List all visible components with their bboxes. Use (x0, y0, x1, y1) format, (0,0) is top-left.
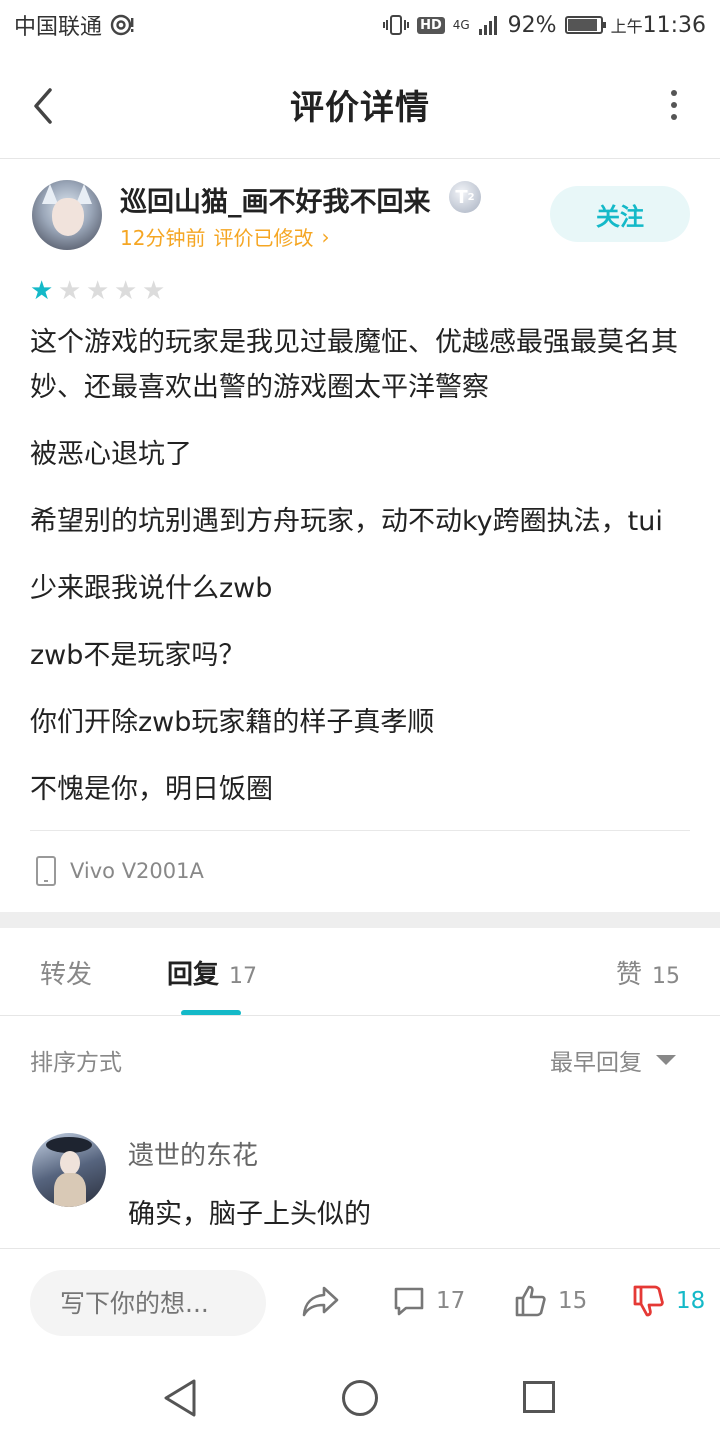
device-info: Vivo V2001A (36, 856, 204, 886)
like-count: 15 (652, 964, 680, 989)
page-title: 评价详情 (290, 87, 430, 128)
hotspot-icon (110, 14, 134, 36)
tab-forward[interactable]: 转发 (40, 954, 92, 991)
star-empty-icon: ★ (114, 276, 138, 306)
comment-icon (394, 1287, 424, 1316)
hd-badge: HD (417, 16, 445, 34)
tab-like[interactable]: 赞 15 (616, 954, 680, 991)
device-name: Vivo V2001A (70, 859, 204, 883)
review-paragraph: 不愧是你，明日饭圈 (30, 774, 273, 805)
tab-bar: 转发 回复 17 赞 15 (0, 928, 720, 1016)
phone-icon (36, 856, 56, 886)
reply-avatar[interactable] (32, 1133, 106, 1207)
sort-dropdown[interactable]: 最早回复 (550, 1043, 676, 1077)
comment-count: 17 (436, 1288, 466, 1314)
review-paragraph: 你们开除zwb玩家籍的样子真孝顺 (30, 707, 435, 738)
follow-button[interactable]: 关注 (550, 186, 690, 242)
clock: 上午11:36 (610, 12, 706, 38)
battery-percent: 92% (507, 12, 557, 38)
header-divider (0, 158, 720, 159)
review-paragraph: 这个游戏的玩家是我见过最魔怔、优越感最强最莫名其妙、还最喜欢出警的游戏圈太平洋警… (30, 327, 678, 403)
thumbs-down-icon (633, 1285, 664, 1317)
nav-recents-icon[interactable] (523, 1381, 555, 1413)
reply-count: 17 (229, 964, 258, 989)
nav-back-icon[interactable] (162, 1378, 198, 1418)
rating-stars: ★ ★ ★ ★ ★ (30, 276, 166, 306)
carrier-label: 中国联通 (14, 15, 103, 40)
sort-label: 排序方式 (30, 1050, 122, 1076)
share-button[interactable] (302, 1284, 340, 1318)
edited-label[interactable]: 评价已修改 (213, 222, 313, 251)
thumbs-up-icon (515, 1285, 546, 1317)
author-avatar[interactable] (32, 180, 102, 250)
content-divider (30, 830, 690, 831)
review-content: 这个游戏的玩家是我见过最魔怔、优越感最强最莫名其妙、还最喜欢出警的游戏圈太平洋警… (30, 320, 690, 834)
system-nav-bar (0, 1356, 720, 1440)
network-type: 4G (452, 18, 470, 32)
chevron-right-icon: › (321, 224, 330, 249)
star-empty-icon: ★ (58, 276, 82, 306)
star-filled-icon: ★ (30, 276, 54, 306)
dislike-button[interactable]: 18 (632, 1284, 705, 1318)
like-button[interactable]: 15 (514, 1284, 587, 1318)
nav-home-icon[interactable] (342, 1380, 378, 1416)
share-icon (302, 1286, 339, 1317)
tab-reply[interactable]: 回复 17 (167, 954, 257, 991)
back-chevron-icon[interactable] (28, 86, 58, 126)
review-paragraph: 被恶心退坑了 (30, 439, 192, 470)
sort-selected: 最早回复 (550, 1050, 642, 1076)
caret-down-icon (656, 1055, 676, 1065)
reply-username[interactable]: 遗世的东花 (128, 1135, 258, 1172)
dislike-count: 18 (676, 1288, 706, 1314)
bottom-bar-divider (0, 1248, 720, 1249)
status-bar: 中国联通 HD 4G 92% 上午11:36 (0, 0, 720, 50)
more-options-icon[interactable] (668, 90, 680, 120)
comment-button[interactable]: 17 (392, 1284, 465, 1318)
section-separator (0, 912, 720, 928)
star-empty-icon: ★ (142, 276, 166, 306)
review-meta[interactable]: 12分钟前 评价已修改 › (120, 222, 329, 251)
signal-icon (478, 16, 497, 35)
like-count: 15 (558, 1288, 588, 1314)
vibrate-icon (383, 15, 410, 35)
star-empty-icon: ★ (86, 276, 110, 306)
review-paragraph: zwb不是玩家吗？ (30, 640, 246, 671)
app-header: 评价详情 (0, 50, 720, 158)
reply-text: 确实，脑子上头似的 (128, 1199, 371, 1230)
review-paragraph: 希望别的坑别遇到方舟玩家，动不动ky跨圈执法，tui (30, 506, 663, 537)
battery-icon (564, 16, 606, 34)
review-paragraph: 少来跟我说什么zwb (30, 573, 273, 604)
comment-input[interactable] (30, 1270, 266, 1336)
tabs-divider (0, 1015, 720, 1016)
author-name[interactable]: 巡回山猫_画不好我不回来 (120, 180, 431, 219)
post-time: 12分钟前 (120, 226, 206, 250)
level-badge-icon: T2 (449, 181, 481, 213)
